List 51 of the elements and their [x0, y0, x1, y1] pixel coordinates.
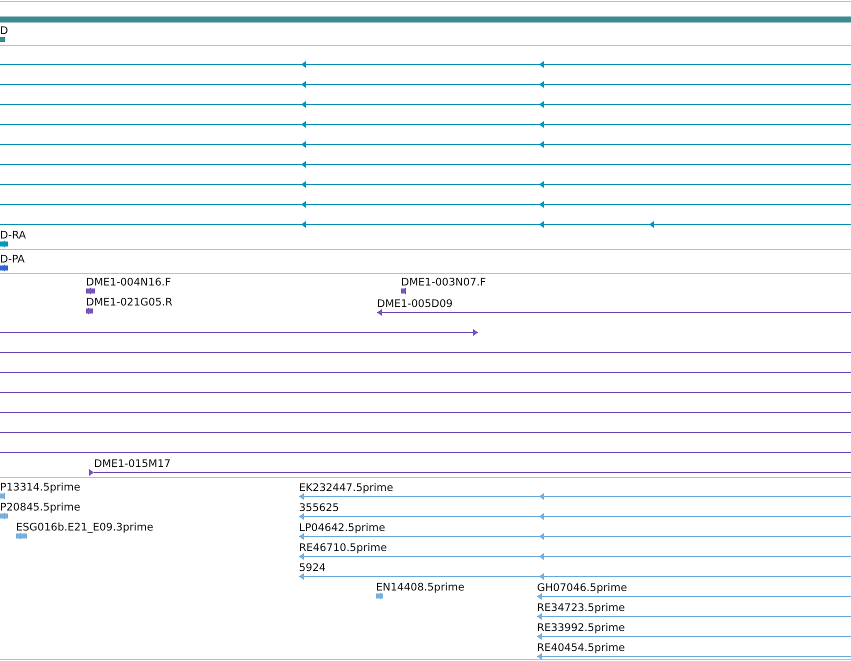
feature-line[interactable] — [0, 141, 851, 148]
feature-block[interactable] — [0, 512, 8, 520]
feature-line[interactable] — [0, 121, 851, 128]
feature-block[interactable] — [86, 308, 93, 314]
feature-label: RE33992.5prime — [537, 622, 625, 634]
feature-line[interactable] — [89, 469, 851, 476]
feature-label: RE34723.5prime — [537, 602, 625, 614]
feature-block[interactable] — [0, 264, 8, 272]
feature-label: P20845.5prime — [0, 502, 80, 514]
feature-line[interactable] — [0, 181, 851, 188]
feature-label: D-PA — [0, 254, 25, 266]
feature-line[interactable] — [536, 613, 851, 620]
feature-line[interactable] — [0, 221, 851, 228]
feature-label: LP04642.5prime — [299, 522, 386, 534]
feature-label: 5924 — [299, 562, 326, 574]
feature-label: DME1-015M17 — [94, 458, 171, 470]
feature-label: EK232447.5prime — [299, 482, 394, 494]
feature-line[interactable] — [0, 161, 851, 168]
feature-block[interactable] — [0, 240, 8, 248]
feature-line[interactable] — [298, 493, 851, 500]
feature-label: D — [0, 25, 8, 37]
feature-label: 355625 — [299, 502, 340, 514]
feature-block[interactable] — [16, 532, 27, 540]
feature-label: EN14408.5prime — [376, 582, 464, 594]
feature-label: RE40454.5prime — [537, 642, 625, 654]
feature-line[interactable] — [536, 593, 851, 600]
feature-line[interactable] — [298, 533, 851, 540]
feature-block[interactable] — [0, 492, 5, 500]
feature-label: RE46710.5prime — [299, 542, 387, 554]
feature-line[interactable] — [0, 329, 478, 336]
feature-line[interactable] — [298, 573, 851, 580]
feature-label: P13314.5prime — [0, 482, 80, 494]
feature-label: DME1-003N07.F — [401, 276, 486, 288]
feature-label: DME1-021G05.R — [86, 296, 172, 308]
feature-label: GH07046.5prime — [537, 582, 628, 594]
feature-label: DME1-005D09 — [377, 298, 453, 310]
feature-line[interactable] — [0, 201, 851, 208]
feature-line[interactable] — [536, 653, 851, 660]
feature-block[interactable] — [86, 288, 95, 294]
feature-line[interactable] — [0, 81, 851, 88]
feature-block[interactable] — [376, 592, 383, 600]
feature-line[interactable] — [0, 61, 851, 68]
feature-label: DME1-004N16.F — [86, 276, 171, 288]
feature-label: ESG016b.E21_E09.3prime — [16, 522, 154, 534]
feature-line[interactable] — [298, 513, 851, 520]
feature-line[interactable] — [0, 101, 851, 108]
feature-line[interactable] — [536, 633, 851, 640]
feature-line[interactable] — [298, 553, 851, 560]
feature-line[interactable] — [376, 309, 851, 316]
feature-block[interactable] — [401, 288, 406, 294]
feature-label: D-RA — [0, 230, 26, 242]
